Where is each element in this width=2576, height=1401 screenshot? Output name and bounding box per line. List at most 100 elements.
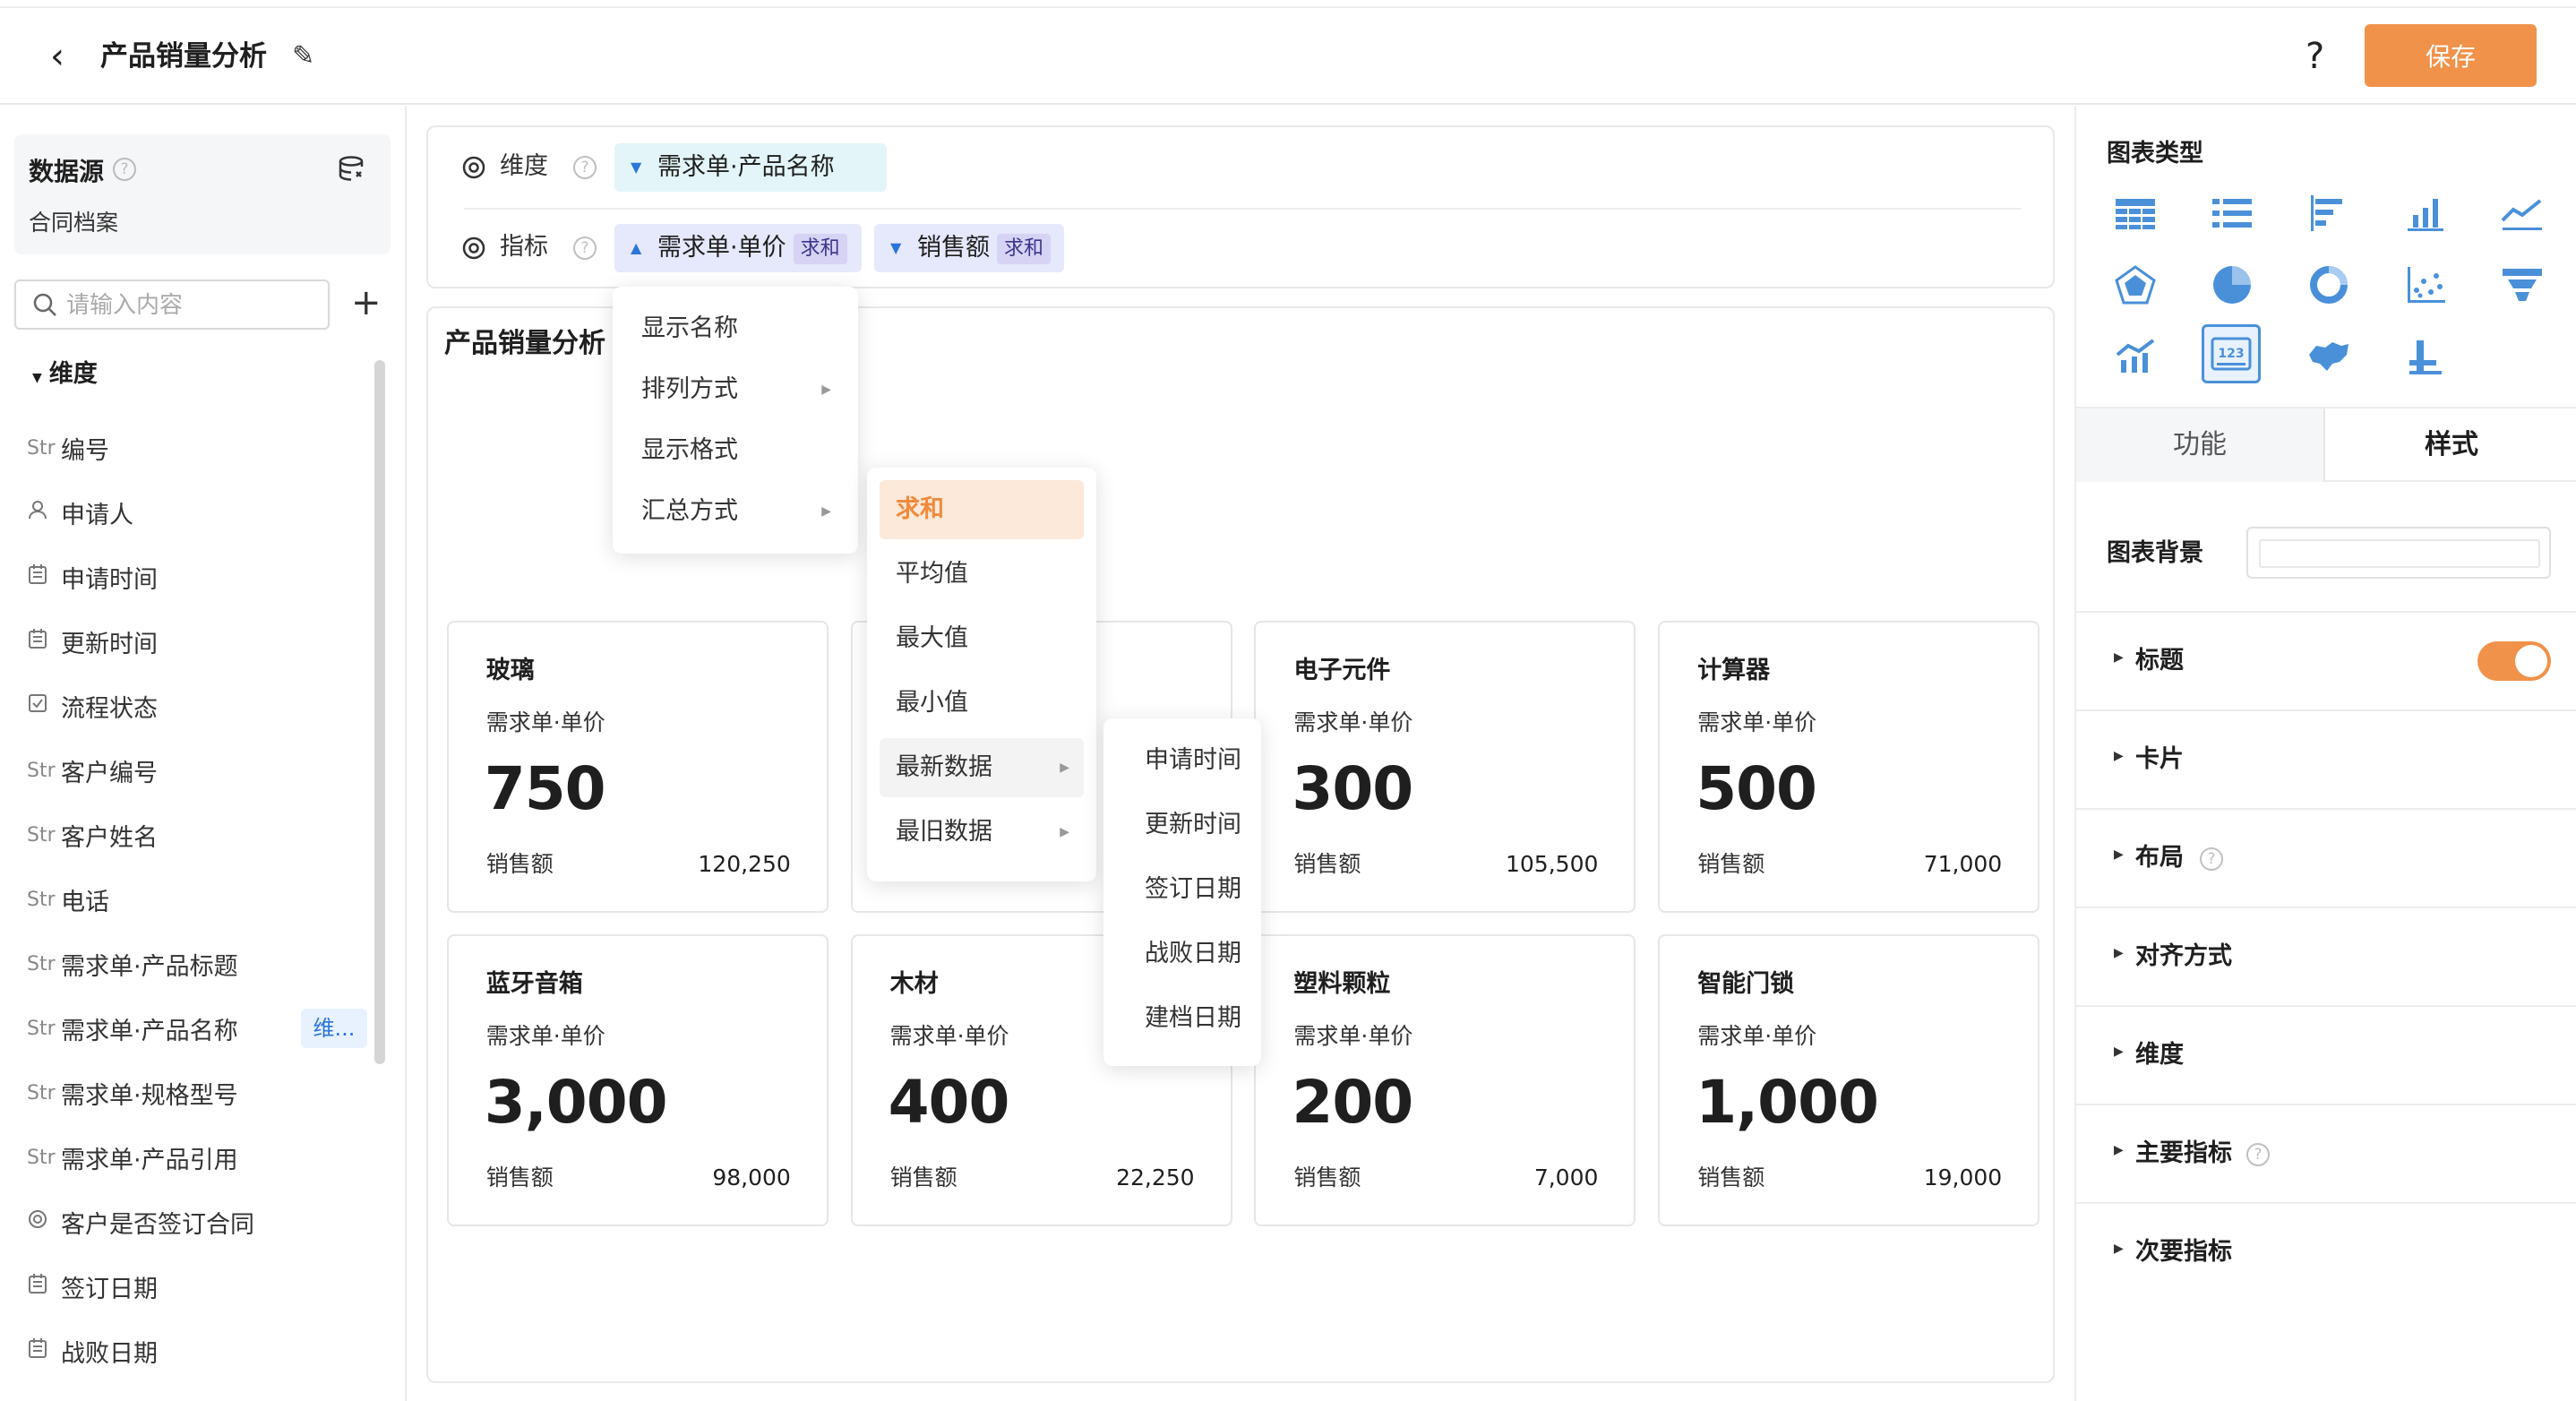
- field-item[interactable]: Str 客户编号: [27, 738, 367, 803]
- search-input[interactable]: [66, 288, 317, 322]
- kpi-value: 500: [1696, 754, 1817, 824]
- menu-item-max[interactable]: 最大值: [880, 609, 1084, 668]
- kpi-metric-label: 需求单·单价: [485, 709, 605, 736]
- field-item[interactable]: Str 编号: [27, 416, 367, 480]
- field-label: 申请时间: [61, 565, 158, 594]
- style-section[interactable]: ▶ 主要指标?: [2076, 1104, 2576, 1202]
- field-item[interactable]: 申请时间: [27, 545, 367, 609]
- edit-title-icon[interactable]: ✎: [292, 39, 314, 74]
- menu-item-update-time[interactable]: 更新时间: [1116, 795, 1249, 855]
- table-chart-icon[interactable]: [2108, 186, 2162, 240]
- metric-chip-unit-price[interactable]: ▲ 需求单·单价 求和: [614, 224, 862, 272]
- section-help-icon[interactable]: ?: [2200, 847, 2223, 871]
- field-item[interactable]: Str 需求单·产品名称 维...: [27, 996, 367, 1061]
- menu-item-format[interactable]: 显示格式: [625, 421, 846, 480]
- database-icon[interactable]: [339, 156, 367, 189]
- style-section[interactable]: ▶ 布局?: [2076, 808, 2576, 907]
- chart-bg-label: 图表背景: [2107, 539, 2203, 567]
- back-icon[interactable]: ‹: [50, 39, 82, 74]
- menu-item-apply-time[interactable]: 申请时间: [1116, 731, 1249, 790]
- style-section[interactable]: ▶ 卡片: [2076, 709, 2576, 808]
- field-label: 战败日期: [61, 1339, 158, 1368]
- kpi-category: 计算器: [1697, 657, 1771, 685]
- menu-item-archive-date[interactable]: 建档日期: [1116, 989, 1249, 1048]
- dimension-help-icon[interactable]: ?: [573, 156, 597, 179]
- field-item[interactable]: Str 需求单·规格型号: [27, 1061, 367, 1125]
- map-chart-icon[interactable]: [2302, 330, 2356, 383]
- menu-item-sign-date[interactable]: 签订日期: [1116, 860, 1249, 919]
- datasource-box[interactable]: 数据源 ? 合同档案: [14, 134, 391, 254]
- pie-chart-icon[interactable]: [2205, 258, 2259, 312]
- dimension-group-header[interactable]: ▼ 维度: [32, 357, 98, 396]
- tab-style[interactable]: 样式: [2327, 408, 2576, 482]
- tab-function[interactable]: 功能: [2076, 408, 2325, 482]
- help-icon[interactable]: ?: [2306, 35, 2324, 78]
- gantt-chart-icon[interactable]: [2399, 330, 2452, 383]
- caret-down-icon: ▼: [890, 239, 902, 256]
- menu-item-average[interactable]: 平均值: [880, 545, 1084, 604]
- chart-bg-color-picker[interactable]: [2246, 527, 2551, 579]
- metric-chip-agg: 求和: [793, 233, 847, 264]
- datasource-help-icon[interactable]: ?: [113, 158, 136, 181]
- donut-chart-icon[interactable]: [2302, 258, 2356, 312]
- dimension-chip[interactable]: ▼ 需求单·产品名称: [614, 143, 887, 192]
- field-list: Str 编号 申请人 申请时间 更新时间 流程状态 Str 客户编号 Str 客户姓名 Str 电话 S…: [27, 416, 367, 1383]
- style-section[interactable]: ▶ 次要指标: [2076, 1202, 2576, 1301]
- kpi-category: 塑料颗粒: [1293, 969, 1391, 998]
- field-item[interactable]: Str 需求单·产品引用: [27, 1125, 367, 1190]
- string-type-icon: Str: [27, 759, 56, 782]
- kpi-card: 蓝牙音箱 需求单·单价 3,000 销售额 98,000: [446, 933, 829, 1226]
- list-chart-icon[interactable]: [2205, 186, 2259, 240]
- menu-item-sort[interactable]: 排列方式 ▶: [625, 360, 846, 419]
- menu-item-latest[interactable]: 最新数据 ▶: [880, 738, 1084, 797]
- scatter-chart-icon[interactable]: [2399, 258, 2452, 312]
- field-list-scrollbar[interactable]: [374, 360, 385, 1064]
- kpi-secondary-value: 19,000: [1923, 1164, 2003, 1190]
- field-item[interactable]: 战败日期: [27, 1319, 367, 1383]
- field-item[interactable]: Str 电话: [27, 867, 367, 932]
- menu-item-aggregation[interactable]: 汇总方式 ▶: [625, 482, 846, 541]
- save-button[interactable]: 保存: [2365, 24, 2537, 87]
- field-item[interactable]: 签订日期: [27, 1254, 367, 1319]
- field-label: 需求单·产品标题: [61, 952, 238, 981]
- radio-icon: [27, 1208, 61, 1235]
- field-item[interactable]: 申请人: [27, 480, 367, 545]
- bar-chart-icon[interactable]: [2399, 186, 2452, 240]
- style-section[interactable]: ▶ 标题: [2076, 611, 2576, 709]
- field-item[interactable]: Str 需求单·产品标题: [27, 932, 367, 996]
- field-item[interactable]: 客户是否签订合同: [27, 1190, 367, 1254]
- funnel-chart-icon[interactable]: [2495, 258, 2549, 312]
- caret-right-icon: ▶: [2114, 1044, 2124, 1059]
- chevron-right-icon: ▶: [1060, 825, 1069, 839]
- svg-text:123: 123: [2218, 347, 2244, 361]
- menu-item-label: 最新数据: [896, 753, 992, 781]
- section-label: 卡片: [2135, 745, 2184, 773]
- settings-panel: 图表类型 123 功能 样式 图表背景 ▶ 标题 ▶ 卡片 ▶ 布局? ▶ 对齐方式 ▶ 维度 ▶ 主…: [2074, 106, 2576, 1401]
- metric-help-icon[interactable]: ?: [573, 236, 597, 260]
- menu-item-display-name[interactable]: 显示名称: [625, 299, 846, 358]
- horizontal-bar-chart-icon[interactable]: [2302, 186, 2356, 240]
- section-help-icon[interactable]: ?: [2246, 1143, 2270, 1166]
- radar-chart-icon[interactable]: [2108, 258, 2162, 312]
- field-item[interactable]: 流程状态: [27, 674, 367, 738]
- style-section[interactable]: ▶ 对齐方式: [2076, 907, 2576, 1005]
- title-toggle[interactable]: [2477, 641, 2551, 681]
- combo-chart-icon[interactable]: [2108, 330, 2162, 383]
- kpi-secondary-value: 22,250: [1116, 1164, 1195, 1190]
- line-chart-icon[interactable]: [2495, 186, 2549, 240]
- field-label: 流程状态: [61, 694, 158, 723]
- field-item[interactable]: Str 客户姓名: [27, 803, 367, 867]
- field-item[interactable]: 更新时间: [27, 609, 367, 674]
- menu-item-label: 最旧数据: [896, 818, 992, 846]
- checkbox-icon: [27, 692, 61, 719]
- menu-item-defeat-date[interactable]: 战败日期: [1116, 924, 1249, 984]
- menu-item-sum[interactable]: 求和: [880, 480, 1084, 539]
- add-field-icon[interactable]: +: [351, 278, 382, 328]
- menu-item-min[interactable]: 最小值: [880, 674, 1084, 733]
- menu-item-oldest[interactable]: 最旧数据 ▶: [880, 803, 1084, 862]
- kpi-card-chart-icon[interactable]: 123: [2202, 324, 2261, 383]
- style-section[interactable]: ▶ 维度: [2076, 1005, 2576, 1104]
- menu-item-label: 排列方式: [641, 375, 738, 403]
- metric-chip-sales[interactable]: ▼ 销售额 求和: [874, 224, 1064, 272]
- section-label: 维度: [2135, 1041, 2184, 1069]
